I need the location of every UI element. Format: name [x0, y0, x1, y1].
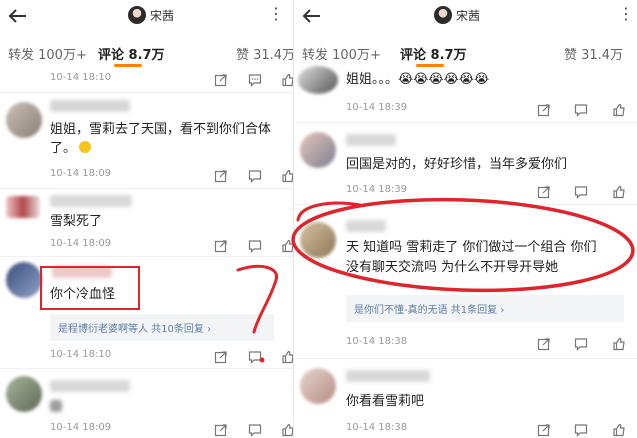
- annotation-circle: [291, 197, 635, 293]
- annotation-overlay: [236, 197, 635, 363]
- annotation-dot: [259, 357, 265, 363]
- annotation-arrow-stroke: [236, 264, 278, 334]
